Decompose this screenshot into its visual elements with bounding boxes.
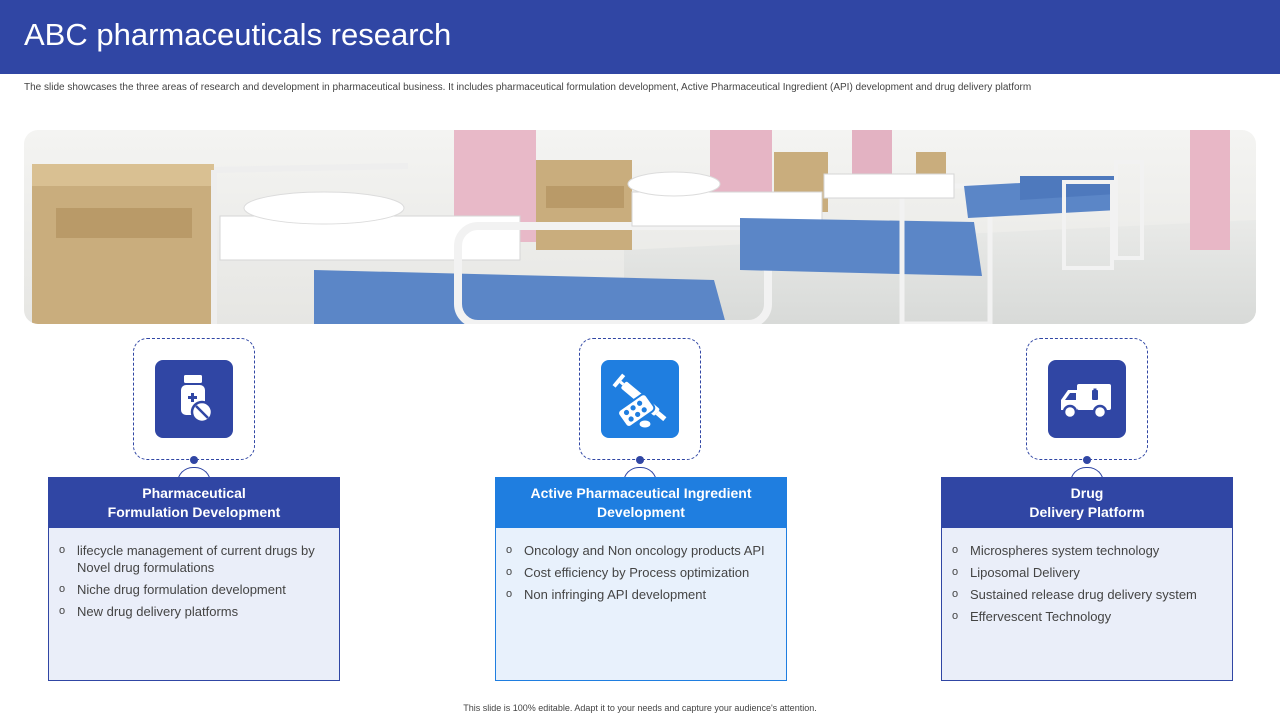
card-title-line: Active Pharmaceutical Ingredient: [530, 485, 752, 501]
list-item: Microspheres system technology: [950, 542, 1222, 559]
footer-note: This slide is 100% editable. Adapt it to…: [463, 703, 817, 713]
connector-dot: [1083, 456, 1091, 464]
page-title: ABC pharmaceuticals research: [24, 17, 452, 52]
bullet-list: Microspheres system technology Liposomal…: [942, 528, 1232, 625]
connector-dot: [190, 456, 198, 464]
api-icon-frame: [579, 338, 701, 460]
list-item: Effervescent Technology: [950, 608, 1222, 625]
list-item: lifecycle management of current drugs by…: [57, 542, 329, 576]
title-bar: ABC pharmaceuticals research: [0, 0, 1280, 74]
formulation-icon-frame: [133, 338, 255, 460]
api-card: Active Pharmaceutical Ingredient Develop…: [495, 477, 787, 681]
list-item: Sustained release drug delivery system: [950, 586, 1222, 603]
formulation-card: Pharmaceutical Formulation Development l…: [48, 477, 340, 681]
hospital-ward-photo: [24, 130, 1256, 324]
syringe-pills-icon: [601, 360, 679, 438]
list-item: Cost efficiency by Process optimization: [504, 564, 776, 581]
bullet-list: Oncology and Non oncology products API C…: [496, 528, 786, 603]
slide-description: The slide showcases the three areas of r…: [24, 82, 1032, 93]
list-item: Liposomal Delivery: [950, 564, 1222, 581]
card-title-line: Development: [597, 504, 685, 520]
delivery-card: Drug Delivery Platform Microspheres syst…: [941, 477, 1233, 681]
card-title: Drug Delivery Platform: [942, 478, 1232, 528]
connector-dot: [636, 456, 644, 464]
delivery-truck-icon: [1048, 360, 1126, 438]
card-title-line: Formulation Development: [107, 504, 281, 520]
list-item: New drug delivery platforms: [57, 603, 329, 620]
card-title-line: Delivery Platform: [1029, 504, 1145, 520]
bullet-list: lifecycle management of current drugs by…: [49, 528, 339, 620]
card-title: Pharmaceutical Formulation Development: [49, 478, 339, 528]
list-item: Oncology and Non oncology products API: [504, 542, 776, 559]
list-item: Niche drug formulation development: [57, 581, 329, 598]
card-title: Active Pharmaceutical Ingredient Develop…: [496, 478, 786, 528]
card-title-line: Drug: [1070, 485, 1104, 501]
card-title-line: Pharmaceutical: [142, 485, 246, 501]
delivery-icon-frame: [1026, 338, 1148, 460]
list-item: Non infringing API development: [504, 586, 776, 603]
medicine-bottle-icon: [155, 360, 233, 438]
